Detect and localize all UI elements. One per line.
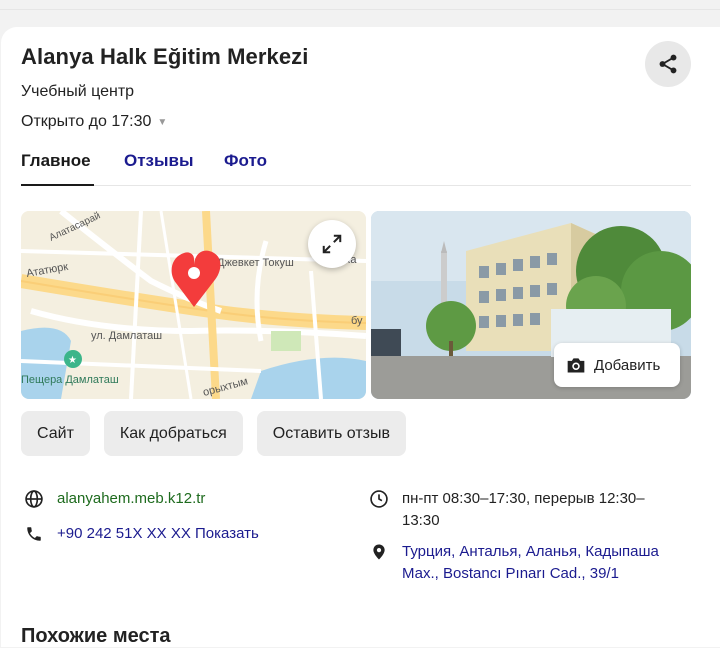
add-photo-label: Добавить: [594, 356, 661, 374]
location-pin-icon: [368, 541, 390, 563]
hours-status-label: Открыто до 17:30: [21, 113, 152, 130]
phone-icon: [23, 523, 45, 545]
map-poi-label: Пещера Дамлаташ: [21, 374, 119, 386]
share-button[interactable]: [645, 41, 691, 87]
hours-row: пн-пт 08:30–17:30, перерыв 12:30– 13:30: [368, 488, 688, 532]
expand-icon: [322, 234, 342, 254]
phone-row: +90 242 51X XX XX Показать: [23, 523, 259, 545]
address-row: Турция, Анталья, Аланья, Кадыпаша Мах., …: [368, 541, 688, 585]
share-icon: [659, 54, 677, 74]
address-line-2: Мах., Bostancı Pınarı Cad., 39/1: [402, 565, 619, 582]
map-label-street-4: ул. Дамлаташ: [91, 330, 162, 342]
top-divider: [0, 9, 720, 10]
tab-reviews[interactable]: Отзывы: [124, 151, 194, 171]
tab-main[interactable]: Главное: [21, 151, 91, 171]
place-photo[interactable]: Добавить: [371, 211, 691, 399]
place-category: Учебный центр: [21, 83, 135, 100]
map-label-street-3: Джевкет Токуш: [217, 257, 294, 269]
clock-icon: [368, 488, 390, 510]
tab-bar: Главное Отзывы Фото: [21, 147, 691, 186]
working-hours-line-1: пн-пт 08:30–17:30, перерыв 12:30–: [402, 490, 645, 507]
phone-link[interactable]: +90 242 51X XX XX Показать: [57, 523, 259, 545]
nearby-section-title: Похожие места: [21, 625, 171, 647]
expand-map-button[interactable]: [308, 220, 356, 268]
globe-icon: [23, 488, 45, 510]
address-link[interactable]: Турция, Анталья, Аланья, Кадыпаша Мах., …: [402, 541, 659, 585]
action-buttons: Сайт Как добраться Оставить отзыв: [21, 411, 406, 456]
working-hours-line-2: 13:30: [402, 512, 440, 529]
map-label-street-6: бу: [351, 315, 363, 327]
working-hours[interactable]: пн-пт 08:30–17:30, перерыв 12:30– 13:30: [402, 488, 645, 532]
add-photo-button[interactable]: Добавить: [554, 343, 680, 387]
website-row: alanyahem.meb.k12.tr: [23, 488, 205, 510]
active-tab-indicator: [21, 184, 94, 186]
address-line-1: Турция, Анталья, Аланья, Кадыпаша: [402, 543, 659, 560]
map-preview[interactable]: Алатасарай Ататюрк Джевкет Токуш ул. Дам…: [21, 211, 366, 399]
caret-down-icon: ▼: [157, 116, 168, 128]
camera-icon: [567, 358, 585, 373]
hours-status-dropdown[interactable]: Открыто до 17:30 ▼: [21, 113, 167, 131]
website-link[interactable]: alanyahem.meb.k12.tr: [57, 488, 205, 510]
leave-review-button[interactable]: Оставить отзыв: [256, 411, 406, 456]
svg-text:★: ★: [68, 355, 77, 366]
website-button[interactable]: Сайт: [21, 411, 90, 456]
directions-button[interactable]: Как добраться: [103, 411, 243, 456]
place-title: Alanya Halk Eğitim Merkezi: [21, 44, 309, 69]
tab-photos[interactable]: Фото: [224, 151, 267, 171]
place-card: Alanya Halk Eğitim Merkezi Учебный центр…: [1, 27, 720, 647]
